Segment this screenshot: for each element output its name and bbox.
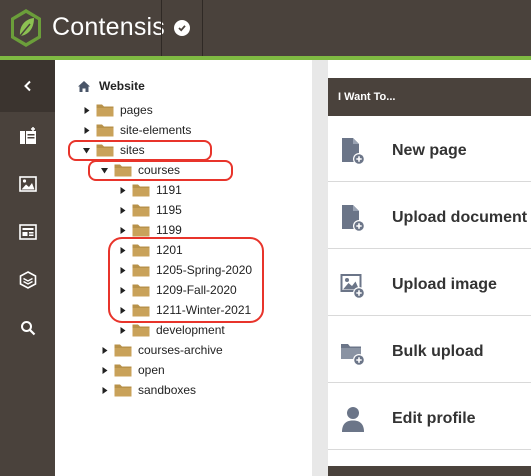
action-new-page[interactable]: New page [328, 118, 531, 182]
tree-root-label: Website [99, 79, 145, 93]
folder-icon [132, 223, 150, 237]
caret-right-icon[interactable] [117, 325, 127, 335]
panel-title: I Want To... [338, 91, 396, 103]
tree-item[interactable]: 1191 [117, 180, 182, 200]
caret-right-icon[interactable] [117, 185, 127, 195]
caret-right-icon[interactable] [99, 365, 109, 375]
nav-add-content[interactable] [0, 112, 55, 160]
brand-name[interactable]: Contensis [52, 13, 165, 42]
folder-icon [132, 183, 150, 197]
tree-item-label: 1199 [156, 223, 182, 237]
chevron-left-icon [23, 80, 31, 92]
tree-item-label: 1191 [156, 183, 182, 197]
caret-right-icon[interactable] [81, 125, 91, 135]
tree-item[interactable]: site-elements [81, 120, 191, 140]
caret-right-icon[interactable] [99, 385, 109, 395]
folder-icon [132, 323, 150, 337]
folder-icon [114, 343, 132, 357]
folder-icon [114, 383, 132, 397]
tree-item[interactable]: pages [81, 100, 153, 120]
nav-forms[interactable] [0, 208, 55, 256]
folder-icon [96, 103, 114, 117]
nav-search[interactable] [0, 304, 55, 352]
caret-right-icon[interactable] [99, 345, 109, 355]
leaf-logo-icon[interactable] [9, 8, 43, 48]
tree-root[interactable]: Website [77, 76, 145, 96]
collapse-button[interactable] [0, 60, 55, 112]
highlight-terms [108, 237, 264, 323]
folder-icon [96, 123, 114, 137]
folder-icon [114, 363, 132, 377]
tree-item-label: sandboxes [138, 383, 197, 397]
panel-footer [328, 466, 531, 476]
caret-right-icon[interactable] [117, 205, 127, 215]
nav-layers[interactable] [0, 256, 55, 304]
top-bar: Contensis [0, 0, 531, 56]
tree-item-label: open [138, 363, 165, 377]
i-want-to-header: I Want To... [328, 78, 531, 116]
tree-item[interactable]: 1195 [117, 200, 182, 220]
action-label: Edit profile [392, 410, 476, 427]
form-icon [18, 224, 37, 240]
caret-right-icon[interactable] [117, 225, 127, 235]
action-label: New page [392, 142, 467, 159]
tree-item[interactable]: open [99, 360, 165, 380]
layers-icon [19, 271, 36, 289]
action-upload-image[interactable]: Upload image [328, 252, 531, 316]
add-content-icon [19, 127, 36, 144]
new-page-icon [340, 136, 366, 166]
check-icon [174, 20, 190, 36]
edit-profile-icon [340, 404, 366, 434]
tree-item-label: pages [120, 103, 153, 117]
tree-item-label: site-elements [120, 123, 192, 137]
search-icon [20, 321, 35, 336]
tree-item[interactable]: development [117, 320, 225, 340]
action-label: Upload document [392, 209, 528, 226]
highlight-courses [88, 160, 233, 181]
nav-images[interactable] [0, 160, 55, 208]
upload-image-icon [340, 270, 366, 300]
action-edit-profile[interactable]: Edit profile [328, 386, 531, 450]
folder-icon [132, 203, 150, 217]
image-icon [18, 176, 37, 192]
tree-item-label: courses-archive [138, 343, 223, 357]
action-upload-document[interactable]: Upload document [328, 185, 531, 249]
tree-item[interactable]: sandboxes [99, 380, 196, 400]
bulk-upload-icon [340, 337, 366, 367]
action-bulk-upload[interactable]: Bulk upload [328, 319, 531, 383]
action-label: Bulk upload [392, 343, 484, 360]
action-label: Upload image [392, 276, 497, 293]
caret-right-icon[interactable] [81, 105, 91, 115]
upload-document-icon [340, 203, 366, 233]
check-button[interactable] [162, 0, 202, 56]
tree-item-label: 1195 [156, 203, 182, 217]
topbar-divider [202, 0, 203, 56]
splitter[interactable] [312, 60, 328, 476]
highlight-sites [68, 140, 212, 161]
home-icon [78, 80, 90, 92]
left-navigation [0, 60, 55, 476]
tree-item[interactable]: courses-archive [99, 340, 223, 360]
tree-item-label: development [156, 323, 225, 337]
